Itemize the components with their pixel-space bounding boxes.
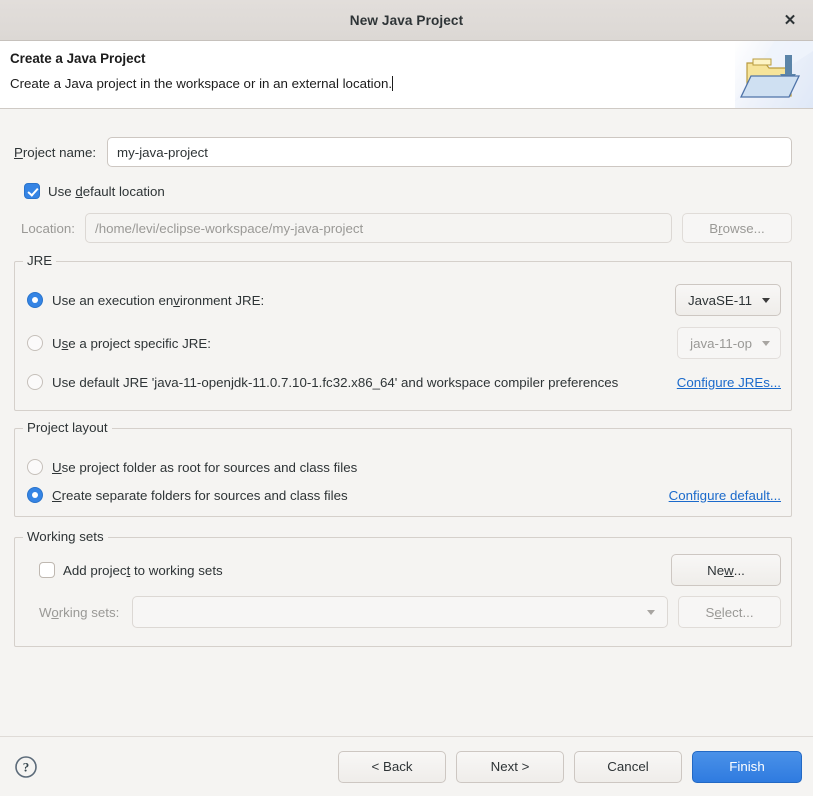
chevron-down-icon (762, 297, 770, 303)
working-sets-selector-row: Working sets: Se lect... (25, 596, 781, 628)
execution-environment-combo[interactable]: JavaSE-11 (674, 284, 781, 316)
configure-default-link[interactable]: Configure default... (669, 488, 781, 503)
finish-button[interactable]: Finish (692, 750, 802, 783)
use-default-location-label: Use default location (48, 183, 165, 199)
working-sets-combo[interactable] (132, 596, 668, 628)
layout-project-folder-root-radio[interactable] (27, 459, 43, 475)
cancel-button[interactable]: Cancel (574, 750, 682, 783)
help-circle-icon[interactable]: ? (14, 755, 38, 779)
java-project-folder-icon (735, 41, 813, 108)
working-sets-group: Working sets Add project to working sets… (14, 529, 792, 647)
working-sets-group-title: Working sets (23, 529, 108, 544)
project-name-row: Project name: (14, 137, 792, 167)
close-icon[interactable]: ✕ (777, 7, 803, 33)
select-working-set-button[interactable]: Se lect... (678, 596, 781, 628)
execution-environment-combo-value: JavaSE-11 (687, 292, 752, 308)
page-description: Create a Java project in the workspace o… (10, 76, 394, 91)
jre-execution-environment-label: Use an execution environment JRE: (52, 292, 265, 308)
project-specific-jre-combo-value: java-11-op (690, 335, 752, 351)
jre-option-project-specific[interactable]: Use a project specific JRE: java-11-op (27, 327, 781, 359)
layout-separate-folders-radio[interactable] (27, 487, 43, 503)
chevron-down-icon (762, 340, 770, 346)
project-layout-group-title: Project layout (23, 420, 112, 435)
project-name-input[interactable] (107, 137, 792, 167)
project-specific-jre-combo[interactable]: java-11-op (677, 327, 781, 359)
page-description-text: Create a Java project in the workspace o… (10, 76, 393, 91)
layout-project-folder-root-label: Use project folder as root for sources a… (52, 459, 358, 475)
new-working-set-button[interactable]: Ne w... (671, 554, 781, 586)
back-button[interactable]: < Back (338, 750, 446, 783)
layout-option-separate-folders[interactable]: Create separate folders for sources and … (27, 484, 781, 506)
jre-group-title: JRE (23, 253, 57, 268)
jre-project-specific-radio[interactable] (27, 335, 43, 351)
text-caret (392, 76, 394, 91)
use-default-location-checkbox[interactable] (24, 183, 40, 199)
chevron-down-icon (647, 609, 655, 615)
add-project-to-working-sets-label: Add project to working sets (63, 562, 223, 578)
dialog-footer: ? < Back Next > Cancel Finish (0, 736, 813, 796)
project-layout-group: Project layout Use project folder as roo… (14, 420, 792, 517)
layout-separate-folders-label: Create separate folders for sources and … (52, 487, 348, 503)
add-project-to-working-sets-checkbox[interactable] (39, 562, 55, 578)
wizard-header: Create a Java Project Create a Java proj… (0, 41, 813, 109)
configure-jres-link[interactable]: Configure JREs... (677, 375, 781, 390)
use-default-location-row[interactable]: Use default location (24, 181, 165, 201)
dialog-titlebar: New Java Project ✕ (0, 0, 813, 41)
working-sets-label: Working sets: (39, 604, 120, 620)
jre-default-label: Use default JRE 'java-11-openjdk-11.0.7.… (52, 374, 619, 390)
jre-project-specific-label: Use a project specific JRE: (52, 335, 211, 351)
jre-default-radio[interactable] (27, 374, 43, 390)
jre-option-default-jre[interactable]: Use default JRE 'java-11-openjdk-11.0.7.… (27, 371, 781, 393)
next-button[interactable]: Next > (456, 750, 564, 783)
location-row: Location: Browse... (21, 213, 792, 243)
location-input[interactable] (85, 213, 672, 243)
dialog-title: New Java Project (349, 12, 464, 28)
layout-option-project-folder-root[interactable]: Use project folder as root for sources a… (27, 456, 781, 478)
project-name-label: Project name: (14, 144, 97, 160)
browse-button[interactable]: Br owse... (682, 213, 792, 243)
svg-text:?: ? (23, 759, 30, 774)
jre-execution-environment-radio[interactable] (27, 292, 43, 308)
jre-option-execution-environment[interactable]: Use an execution environment JRE: JavaSE… (27, 284, 781, 316)
page-title: Create a Java Project (10, 51, 146, 66)
add-project-to-working-sets-row: Add project to working sets Ne w... (25, 554, 781, 586)
location-label: Location: (21, 220, 75, 236)
jre-group: JRE Use an execution environment JRE: Ja… (14, 253, 792, 411)
new-java-project-dialog: New Java Project ✕ Create a Java Project… (0, 0, 813, 796)
dialog-body: Project name: Use default location Locat… (0, 109, 813, 736)
